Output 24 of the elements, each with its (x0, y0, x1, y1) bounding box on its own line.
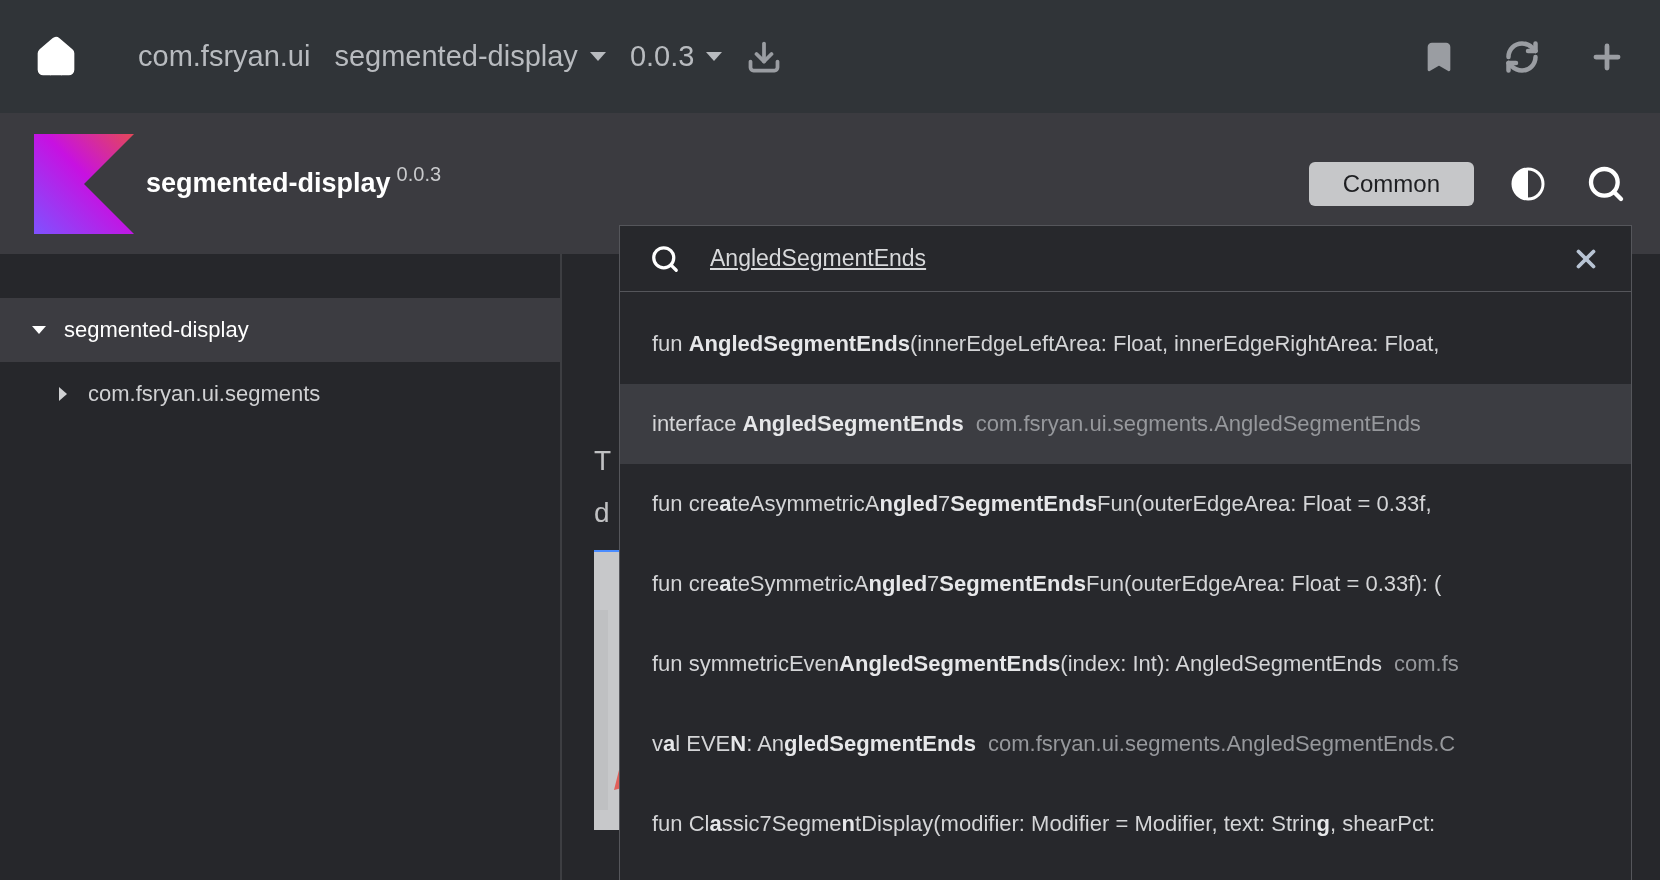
search-result[interactable]: fun AngledSegmentEnds(innerEdgeLeftArea: Float, innerEdgeRightArea: Float, (620, 304, 1631, 384)
search-result[interactable]: val EVEN: AngledSegmentEnds com.fsryan.ui.segments.AngledSegmentEnds.C (620, 704, 1631, 784)
search-result[interactable]: interface AngledSegmentEnds com.fsryan.ui.segments.AngledSegmentEnds (620, 384, 1631, 464)
paragraph-text: T (594, 444, 612, 478)
tree-item[interactable]: segmented-display (0, 298, 560, 362)
breadcrumb-link[interactable]: com.fsryan.ui (138, 40, 311, 73)
breadcrumb-link[interactable]: segmented-display (334, 40, 606, 73)
platform-button[interactable]: Common (1308, 161, 1474, 206)
search-result[interactable]: fun Classic7SegmentDisplay(modifier: Modifier = Modifier, text: String, shearPct: (620, 784, 1631, 864)
search-field[interactable]: AngledSegmentEnds (708, 244, 1543, 273)
caret-icon (706, 51, 723, 62)
search-result[interactable]: fun symmetricEvenAngledSegmentEnds(index: Int): AngledSegmentEnds com.fs (620, 624, 1631, 704)
search-icon (650, 243, 680, 274)
version-label: 0.0.3 (396, 163, 442, 186)
contrast-icon[interactable] (1510, 165, 1546, 202)
project-title: segmented-display (146, 168, 391, 199)
refresh-icon[interactable] (1504, 38, 1540, 75)
paragraph-text: d (594, 496, 610, 530)
caret-icon (589, 51, 606, 62)
tree-item[interactable]: com.fsryan.ui.segments (0, 362, 560, 426)
search-result[interactable]: fun createSymmetricAngled7SegmentEndsFun(outerEdgeArea: Float = 0.33f): ( (620, 544, 1631, 624)
logo-icon (34, 133, 134, 234)
breadcrumb-link[interactable]: 0.0.3 (629, 40, 723, 73)
search-result[interactable]: fun createAsymmetricAngled7SegmentEndsFun(outerEdgeArea: Float = 0.33f, (620, 464, 1631, 544)
